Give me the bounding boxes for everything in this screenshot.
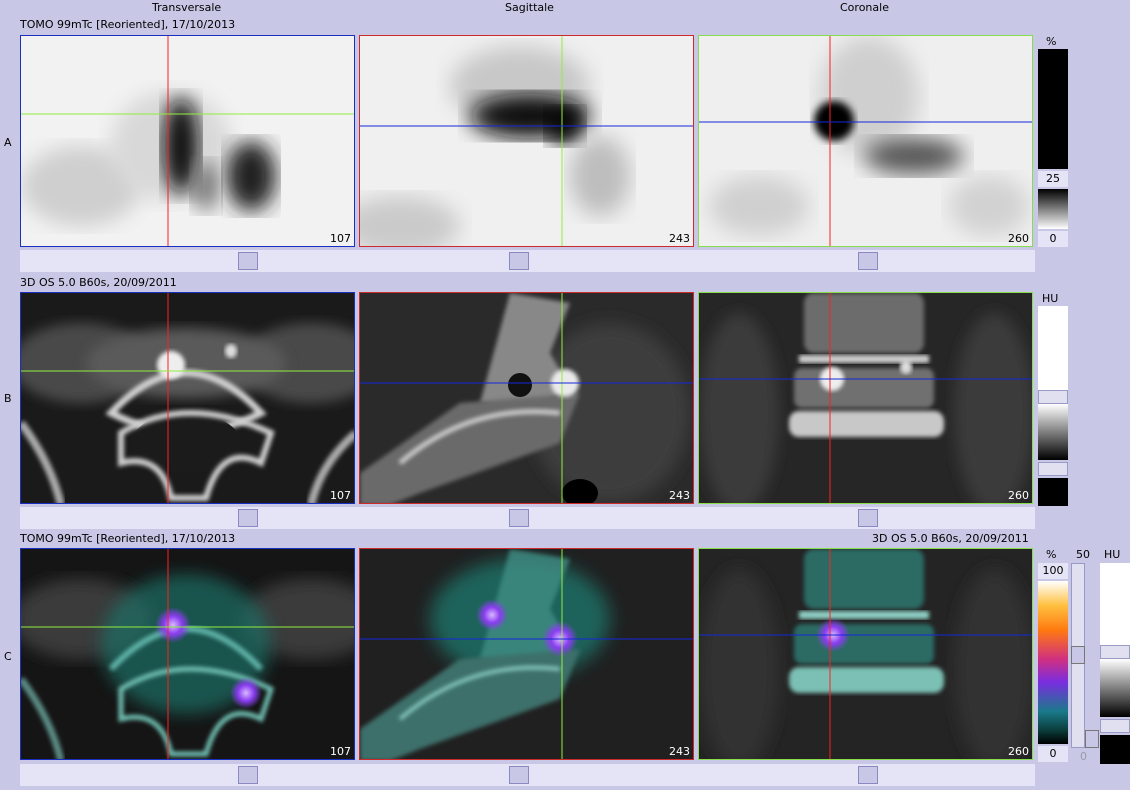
row-a-gradient — [1038, 189, 1068, 229]
row-c-opacity-min: 0 — [1080, 750, 1087, 763]
row-c-transversal-image — [21, 549, 354, 759]
row-a-label: A — [4, 136, 12, 149]
row-c-hu-white — [1100, 563, 1130, 645]
row-c-pet-colorbar — [1038, 581, 1068, 744]
row-c-coronal-view[interactable]: 260 — [698, 548, 1033, 760]
row-a-transversal-slider[interactable] — [238, 252, 258, 270]
row-c-pct-unit: % — [1046, 548, 1057, 561]
row-a-scrollbar[interactable] — [20, 250, 1035, 272]
row-a-coronal-view[interactable]: 260 — [698, 35, 1033, 247]
row-b-sagittal-image — [360, 293, 693, 503]
row-b-coronal-image — [699, 293, 1032, 503]
row-b-sagittal-view[interactable]: 243 — [359, 292, 694, 504]
row-c-transversal-slice-number: 107 — [330, 745, 351, 758]
row-b-transversal-image — [21, 293, 354, 503]
row-c-pct-max[interactable]: 100 — [1038, 563, 1068, 579]
row-a-colorbar — [1038, 49, 1068, 169]
row-a-sagittal-view[interactable]: 243 — [359, 35, 694, 247]
row-c-coronal-image — [699, 549, 1032, 759]
row-b-colorbar-white — [1038, 306, 1068, 390]
row-a-scale-unit: % — [1046, 35, 1057, 48]
row-a-sagittal-slider[interactable] — [509, 252, 529, 270]
row-c-hu-lower-handle[interactable] — [1100, 719, 1130, 733]
row-b-coronal-slice-number: 260 — [1008, 489, 1029, 502]
row-b-title: 3D OS 5.0 B60s, 20/09/2011 — [20, 276, 177, 289]
row-b-sagittal-slice-number: 243 — [669, 489, 690, 502]
row-a-transversal-image — [21, 36, 354, 246]
row-a-scale-max[interactable]: 25 — [1038, 171, 1068, 187]
row-b-gradient — [1038, 404, 1068, 460]
row-c-label: C — [4, 650, 12, 663]
row-b-label: B — [4, 392, 12, 405]
header-sagittal: Sagittale — [505, 1, 554, 14]
row-c-sagittal-image — [360, 549, 693, 759]
row-a-coronal-slice-number: 260 — [1008, 232, 1029, 245]
row-a-coronal-slider[interactable] — [858, 252, 878, 270]
row-a-transversal-slice-number: 107 — [330, 232, 351, 245]
row-c-transversal-view[interactable]: 107 — [20, 548, 355, 760]
row-b-coronal-view[interactable]: 260 — [698, 292, 1033, 504]
row-a-scale-min[interactable]: 0 — [1038, 231, 1068, 247]
row-a-transversal-view[interactable]: 107 — [20, 35, 355, 247]
row-c-sagittal-slice-number: 243 — [669, 745, 690, 758]
row-b-scale-unit: HU — [1042, 292, 1059, 305]
row-c-coronal-slice-number: 260 — [1008, 745, 1029, 758]
row-a-sagittal-image — [360, 36, 693, 246]
row-c-sagittal-slider[interactable] — [509, 766, 529, 784]
row-b-window-upper-handle[interactable] — [1038, 390, 1068, 404]
row-a-coronal-image — [699, 36, 1032, 246]
row-b-transversal-slice-number: 107 — [330, 489, 351, 502]
row-c-hu-gradient — [1100, 659, 1130, 717]
row-c-opacity-knob[interactable] — [1071, 646, 1085, 664]
row-c-pct-min[interactable]: 0 — [1038, 746, 1068, 762]
header-coronal: Coronale — [840, 1, 889, 14]
row-c-sagittal-view[interactable]: 243 — [359, 548, 694, 760]
header-transversal: Transversale — [152, 1, 222, 14]
row-c-coronal-slider[interactable] — [858, 766, 878, 784]
row-c-title-left: TOMO 99mTc [Reoriented], 17/10/2013 — [20, 532, 236, 545]
row-b-transversal-view[interactable]: 107 — [20, 292, 355, 504]
row-c-title-right: 3D OS 5.0 B60s, 20/09/2011 — [872, 532, 1029, 545]
row-b-scrollbar[interactable] — [20, 507, 1035, 529]
row-c-hu-black — [1100, 735, 1130, 764]
row-a-sagittal-slice-number: 243 — [669, 232, 690, 245]
row-a-title: TOMO 99mTc [Reoriented], 17/10/2013 — [20, 18, 236, 31]
row-b-colorbar-black — [1038, 478, 1068, 506]
row-b-coronal-slider[interactable] — [858, 509, 878, 527]
row-c-opacity-min-knob[interactable] — [1085, 730, 1099, 748]
row-b-sagittal-slider[interactable] — [509, 509, 529, 527]
row-c-opacity-max: 50 — [1076, 548, 1090, 561]
row-c-hu-unit: HU — [1104, 548, 1121, 561]
row-b-window-lower-handle[interactable] — [1038, 462, 1068, 476]
row-b-transversal-slider[interactable] — [238, 509, 258, 527]
row-c-scrollbar[interactable] — [20, 764, 1035, 786]
row-c-transversal-slider[interactable] — [238, 766, 258, 784]
row-c-hu-upper-handle[interactable] — [1100, 645, 1130, 659]
